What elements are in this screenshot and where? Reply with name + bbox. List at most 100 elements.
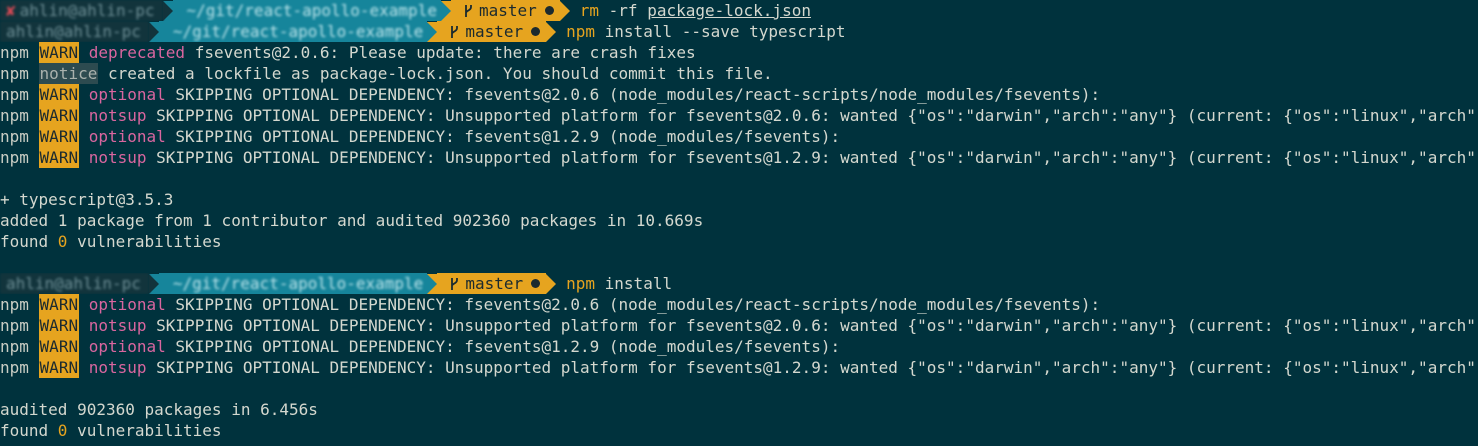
log-tag: notsup [88, 358, 147, 377]
log-prefix: npm [0, 43, 29, 62]
powerline-separator [148, 21, 159, 42]
npm-log-line: npm WARN notsup SKIPPING OPTIONAL DEPEND… [0, 105, 1478, 126]
log-prefix: npm [0, 358, 29, 377]
audit-summary-line: added 1 package from 1 contributor and a… [0, 210, 1478, 231]
command-args: -rf [608, 1, 638, 20]
log-level-badge: WARN [38, 357, 80, 378]
log-tag: notsup [88, 316, 147, 335]
log-tag: optional [88, 295, 166, 314]
current-path: ~/git/react-apollo-example [172, 22, 424, 41]
log-message: SKIPPING OPTIONAL DEPENDENCY: fsevents@1… [175, 337, 841, 356]
git-branch-name: master [465, 22, 524, 41]
log-prefix: npm [0, 295, 29, 314]
log-level-badge: WARN [38, 294, 80, 315]
dirty-status-dot-icon [544, 6, 554, 15]
log-prefix: npm [0, 148, 29, 167]
log-prefix: npm [0, 337, 29, 356]
npm-log-line: npm WARN optional SKIPPING OPTIONAL DEPE… [0, 336, 1478, 357]
command-args: install [604, 274, 673, 293]
current-path: ~/git/react-apollo-example [186, 1, 437, 20]
command-args: install --save typescript [604, 22, 846, 41]
npm-log-line: npm WARN notsup SKIPPING OPTIONAL DEPEND… [0, 315, 1478, 336]
command-name: rm [579, 1, 600, 20]
log-level-badge: WARN [38, 315, 80, 336]
git-branch-name: master [465, 274, 524, 293]
log-message: SKIPPING OPTIONAL DEPENDENCY: Unsupporte… [156, 148, 1478, 167]
dirty-status-dot-icon [531, 27, 541, 36]
prompt-line: ahlin@ahlin-pc ~/git/react-apollo-exampl… [0, 273, 1478, 294]
log-tag: notsup [88, 106, 147, 125]
log-message: SKIPPING OPTIONAL DEPENDENCY: Unsupporte… [156, 106, 1478, 125]
audit-summary: audited 902360 packages in 6.456s [0, 400, 318, 419]
vulnerability-count: 0 [57, 421, 68, 440]
log-level-badge: WARN [38, 105, 80, 126]
npm-log-line: npm WARN notsup SKIPPING OPTIONAL DEPEND… [0, 147, 1478, 168]
prompt-user-segment: ✘ ahlin@ahlin-pc [0, 0, 163, 21]
user-host: ahlin@ahlin-pc [6, 22, 141, 41]
log-message: SKIPPING OPTIONAL DEPENDENCY: fsevents@2… [175, 85, 1101, 104]
npm-log-line: npm WARN optional SKIPPING OPTIONAL DEPE… [0, 126, 1478, 147]
user-host: ahlin@ahlin-pc [19, 1, 155, 20]
vulnerabilities-line: found 0 vulnerabilities [0, 420, 1478, 441]
found-prefix: found [0, 232, 58, 251]
log-message: SKIPPING OPTIONAL DEPENDENCY: fsevents@1… [175, 127, 841, 146]
prompt-user-segment: ahlin@ahlin-pc [0, 273, 149, 294]
log-level-badge: WARN [38, 336, 80, 357]
audit-summary: added 1 package from 1 contributor and a… [0, 211, 704, 230]
git-branch-icon [465, 4, 472, 17]
log-tag: optional [88, 337, 166, 356]
log-level-badge: WARN [38, 42, 80, 63]
audit-summary-line: audited 902360 packages in 6.456s [0, 399, 1478, 420]
powerline-separator [427, 21, 438, 42]
log-tag: optional [88, 127, 166, 146]
vulnerabilities-line: found 0 vulnerabilities [0, 231, 1478, 252]
user-host: ahlin@ahlin-pc [6, 274, 141, 293]
log-tag: notsup [88, 148, 147, 167]
powerline-separator [440, 0, 451, 21]
error-status-icon: ✘ [6, 1, 16, 20]
prompt-git-segment: master [437, 273, 547, 294]
found-suffix: vulnerabilities [67, 232, 222, 251]
npm-log-line: npm WARN deprecated fsevents@2.0.6: Plea… [0, 42, 1478, 63]
prompt-path-segment: ~/git/react-apollo-example [158, 273, 428, 294]
log-prefix: npm [0, 316, 29, 335]
prompt-user-segment: ahlin@ahlin-pc [0, 21, 149, 42]
powerline-separator [546, 273, 557, 294]
log-level-badge: WARN [38, 126, 80, 147]
powerline-separator [148, 273, 159, 294]
prompt-line: ✘ ahlin@ahlin-pc ~/git/react-apollo-exam… [0, 0, 1478, 21]
log-prefix: npm [0, 64, 29, 83]
git-branch-icon [451, 277, 459, 290]
npm-log-line: npm WARN notsup SKIPPING OPTIONAL DEPEND… [0, 357, 1478, 378]
npm-log-line: npm WARN optional SKIPPING OPTIONAL DEPE… [0, 294, 1478, 315]
git-branch-icon [451, 25, 459, 38]
log-message: fsevents@2.0.6: Please update: there are… [194, 43, 696, 62]
powerline-separator [427, 273, 438, 294]
current-path: ~/git/react-apollo-example [172, 274, 424, 293]
prompt-line: ahlin@ahlin-pc ~/git/react-apollo-exampl… [0, 21, 1478, 42]
log-message: SKIPPING OPTIONAL DEPENDENCY: fsevents@2… [175, 295, 1101, 314]
terminal-window[interactable]: ✘ ahlin@ahlin-pc ~/git/react-apollo-exam… [0, 0, 1478, 446]
install-result-line: + typescript@3.5.3 [0, 189, 1478, 210]
installed-package: + typescript@3.5.3 [0, 190, 174, 209]
prompt-path-segment: ~/git/react-apollo-example [172, 0, 441, 21]
log-prefix: npm [0, 85, 29, 104]
log-message: created a lockfile as package-lock.json.… [107, 64, 773, 83]
powerline-separator [559, 0, 570, 21]
found-prefix: found [0, 421, 58, 440]
log-level-badge: WARN [38, 84, 80, 105]
npm-log-line: npm WARN optional SKIPPING OPTIONAL DEPE… [0, 84, 1478, 105]
powerline-separator [162, 0, 173, 21]
found-suffix: vulnerabilities [67, 421, 222, 440]
command-name: npm [566, 22, 596, 41]
git-branch-name: master [478, 1, 537, 20]
command-target-file: package-lock.json [647, 1, 811, 20]
prompt-git-segment: master [450, 0, 560, 21]
dirty-status-dot-icon [531, 279, 541, 288]
log-message: SKIPPING OPTIONAL DEPENDENCY: Unsupporte… [156, 316, 1478, 335]
command-name: npm [566, 274, 596, 293]
prompt-git-segment: master [437, 21, 547, 42]
